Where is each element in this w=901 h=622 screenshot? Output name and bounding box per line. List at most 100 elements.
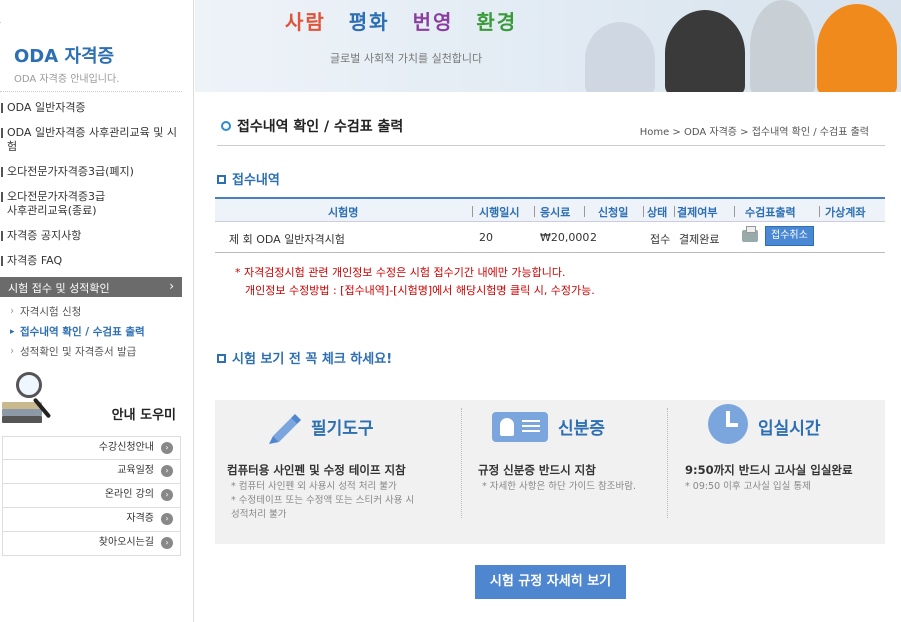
cell-status: 접수 — [650, 233, 671, 246]
banner-photo-person-2 — [665, 10, 745, 92]
checklist-item-id-card: 신분증 규정 신분증 반드시 지참 * 자세한 사항은 하단 가이드 참조바람. — [462, 400, 667, 544]
helper-list: 수강신청안내 › 교육일정 › 온라인 강의 › 자격증 › 찾아오시는길 › — [2, 436, 181, 556]
section-title-text: 접수내역 — [232, 173, 280, 188]
help-item-certificate[interactable]: 자격증 › — [2, 508, 181, 532]
chevron-right-icon: › — [169, 279, 174, 293]
printer-icon[interactable] — [742, 226, 758, 242]
section-title-checklist: 시험 보기 전 꼭 체크 하세요! — [217, 348, 392, 367]
menu-item-oda-aftercare[interactable]: ODA 일반자격증 사후관리교육 및 시험 — [0, 123, 182, 157]
help-item-schedule[interactable]: 교육일정 › — [2, 460, 181, 484]
col-fee: 응시료 — [540, 206, 571, 219]
section-bullet-icon — [217, 354, 226, 363]
col-print: 수검표출력 — [745, 206, 796, 219]
menu-active-label: 시험 접수 및 성적확인 — [8, 282, 110, 295]
submenu-exam-apply[interactable]: 자격시험 신청 — [10, 302, 182, 322]
col-separator — [643, 206, 644, 217]
checklist-title: 필기도구 — [311, 419, 374, 439]
menu-item-faq[interactable]: 자격증 FAQ — [0, 251, 182, 271]
help-item-label: 온라인 강의 — [104, 489, 154, 500]
section-title-receipts: 접수내역 — [217, 169, 280, 188]
checklist-main: 9:50까지 반드시 고사실 입실완료 — [685, 463, 853, 477]
main-content: 접수내역 확인 / 수검표 출력 Home > ODA 자격증 > 접수내역 확… — [195, 92, 901, 622]
col-separator — [534, 206, 535, 217]
cell-payment: 결제완료 — [679, 233, 720, 246]
helper-title: 안내 도우미 — [111, 408, 176, 423]
col-separator — [472, 206, 473, 217]
privacy-notice: * 자격검정시험 관련 개인정보 수정은 시험 접수기간 내에만 가능합니다. … — [235, 264, 595, 300]
slogan-word-4: 환경 — [476, 10, 518, 34]
divider — [0, 91, 182, 92]
chevron-right-icon: › — [161, 442, 173, 454]
help-item-label: 수강신청안내 — [98, 442, 154, 453]
help-item-label: 자격증 — [126, 513, 154, 524]
submenu-results-certificate[interactable]: 성적확인 및 자격증서 발급 — [10, 342, 182, 362]
slogan-word-1: 사람 — [285, 10, 326, 34]
col-exam-name: 시험명 — [328, 206, 359, 219]
checklist-title: 신분증 — [558, 419, 605, 439]
menu-item-oda-general[interactable]: ODA 일반자격증 — [0, 98, 182, 118]
id-card-icon — [492, 412, 548, 442]
checklist-title: 입실시간 — [758, 419, 821, 439]
breadcrumb: Home > ODA 자격증 > 접수내역 확인 / 수검표 출력 — [639, 127, 869, 138]
menu-item-notices[interactable]: 자격증 공지사항 — [0, 226, 182, 246]
checklist-desc: * 자세한 사항은 하단 가이드 참조바람. — [482, 481, 636, 492]
table-row: 제 회 ODA 일반자격시험 20 ₩20,000 2 접수 결제완료 접수취소 — [215, 222, 885, 253]
helper-header: 안내 도우미 — [0, 370, 182, 430]
brand: ODA 자격증 ODA 자격증 안내입니다. — [14, 42, 119, 85]
checklist-panel: 필기도구 컴퓨터용 사인펜 및 수정 테이프 지참 * 컴퓨터 사인펜 외 사용… — [215, 400, 885, 544]
cell-exam-date: 20 — [479, 231, 493, 244]
checklist-item-writing-tools: 필기도구 컴퓨터용 사인펜 및 수정 테이프 지참 * 컴퓨터 사인펜 외 사용… — [215, 400, 461, 544]
top-banner: 사람 평화 번영 환경 글로벌 사회적 가치를 실천합니다 — [195, 0, 901, 92]
pencil-icon — [269, 414, 301, 444]
chevron-right-icon: › — [161, 465, 173, 477]
banner-photo-person-3 — [750, 0, 815, 92]
col-separator — [819, 206, 820, 217]
help-item-enrollment[interactable]: 수강신청안내 › — [2, 436, 181, 460]
section-title-text: 시험 보기 전 꼭 체크 하세요! — [232, 352, 393, 367]
table-header: 시험명 시행일시 응시료 신청일 상태 결제여부 수검표출력 가상계좌 — [215, 197, 885, 222]
cell-applied-date: 2 — [590, 231, 597, 244]
checklist-desc: * 09:50 이후 고사실 입실 통제 — [685, 481, 811, 492]
cancel-receipt-button[interactable]: 접수취소 — [765, 226, 814, 246]
col-separator — [674, 206, 675, 217]
help-item-online-lecture[interactable]: 온라인 강의 › — [2, 484, 181, 508]
slogan-word-3: 번영 — [412, 10, 454, 34]
checklist-desc: * 컴퓨터 사인펜 외 사용시 성적 처리 불가 * 수정테이프 또는 수정액 … — [231, 481, 415, 520]
divider — [217, 145, 885, 146]
col-separator — [584, 206, 585, 217]
col-virtual-account: 가상계좌 — [825, 206, 866, 219]
col-separator — [734, 206, 735, 217]
col-payment: 결제여부 — [677, 206, 718, 219]
col-exam-date: 시행일시 — [479, 206, 520, 219]
menu-item-expert3-aftercare[interactable]: 오다전문가자격증3급 사후관리교육(종료) — [0, 187, 182, 221]
title-bullet-icon — [221, 121, 231, 131]
menu-item-expert3-abolished[interactable]: 오다전문가자격증3급(폐지) — [0, 162, 182, 182]
checklist-main: 규정 신분증 반드시 지참 — [478, 463, 596, 477]
chevron-right-icon: › — [161, 489, 173, 501]
notice-line-2: 개인정보 수정방법 : [접수내역]-[시험명]에서 해당시험명 클릭 시, 수… — [245, 284, 595, 297]
help-item-label: 교육일정 — [117, 465, 154, 476]
banner-photo-person-4 — [817, 4, 897, 92]
notice-line-1: * 자격검정시험 관련 개인정보 수정은 시험 접수기간 내에만 가능합니다. — [235, 266, 566, 279]
col-applied-date: 신청일 — [598, 206, 629, 219]
receipts-table: 시험명 시행일시 응시료 신청일 상태 결제여부 수검표출력 가상계좌 제 회 … — [215, 197, 885, 253]
checklist-item-entry-time: 입실시간 9:50까지 반드시 고사실 입실완료 * 09:50 이후 고사실 … — [668, 400, 885, 544]
brand-title: ODA 자격증 — [14, 46, 115, 67]
banner-slogan: 사람 평화 번영 환경 — [285, 6, 531, 35]
magnifier-icon — [16, 372, 42, 398]
help-item-label: 찾아오시는길 — [98, 537, 154, 548]
submenu-receipt-check[interactable]: 접수내역 확인 / 수검표 출력 — [10, 322, 182, 342]
exam-rules-button[interactable]: 시험 규정 자세히 보기 — [475, 565, 626, 599]
page-title-text: 접수내역 확인 / 수검표 출력 — [237, 119, 404, 135]
checklist-main: 컴퓨터용 사인펜 및 수정 테이프 지참 — [227, 463, 406, 477]
cell-exam-name[interactable]: 제 회 ODA 일반자격시험 — [229, 231, 345, 247]
page-title: 접수내역 확인 / 수검표 출력 — [221, 116, 403, 136]
menu-item-exam-apply-results[interactable]: 시험 접수 및 성적확인 › — [0, 277, 182, 297]
section-bullet-icon — [217, 175, 226, 184]
chevron-right-icon: › — [161, 537, 173, 549]
cell-fee: ₩20,000 — [540, 231, 590, 244]
chevron-right-icon: › — [161, 513, 173, 525]
help-item-directions[interactable]: 찾아오시는길 › — [2, 532, 181, 556]
sidebar-menu: ODA 일반자격증 ODA 일반자격증 사후관리교육 및 시험 오다전문가자격증… — [0, 98, 182, 362]
banner-subtitle: 글로벌 사회적 가치를 실천합니다 — [330, 52, 483, 65]
